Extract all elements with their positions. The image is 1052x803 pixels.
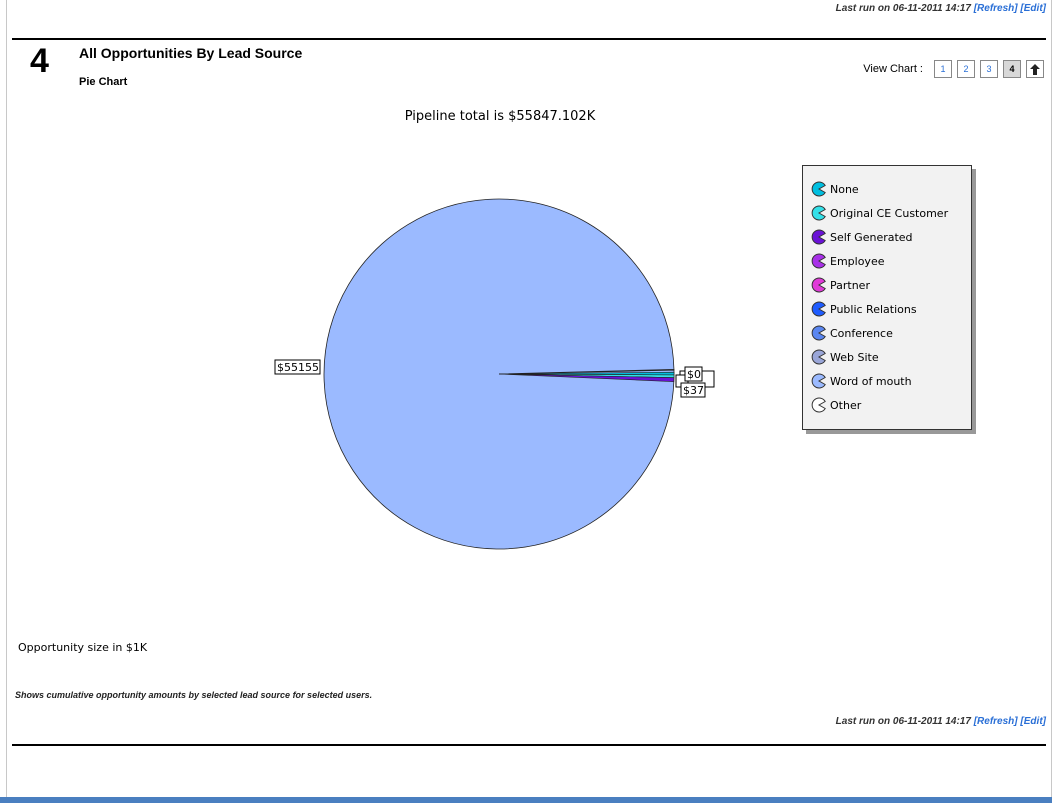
last-run-text-bottom: Last run on 06-11-2011 14:17 bbox=[835, 716, 971, 727]
svg-text:$0: $0 bbox=[687, 368, 701, 381]
pie-slice-icon bbox=[811, 325, 826, 341]
data-label-self-generated: $37 bbox=[680, 382, 706, 398]
chart-description: Shows cumulative opportunity amounts by … bbox=[15, 690, 373, 700]
pie-slice-icon bbox=[811, 253, 826, 269]
legend-item: Word of mouth bbox=[811, 371, 912, 391]
legend-label: Word of mouth bbox=[830, 374, 912, 388]
legend-item: Web Site bbox=[811, 347, 879, 367]
pie-slice-icon bbox=[811, 181, 826, 197]
pie-slice-icon bbox=[811, 277, 826, 293]
edit-link-bottom[interactable]: Edit bbox=[1024, 716, 1043, 727]
units-note: Opportunity size in $1K bbox=[18, 641, 148, 654]
legend-item: None bbox=[811, 179, 859, 199]
data-label-word-of-mouth: $55155 bbox=[274, 359, 321, 375]
legend-label: Self Generated bbox=[830, 230, 913, 244]
legend-item: Other bbox=[811, 395, 861, 415]
legend-label: Employee bbox=[830, 254, 885, 268]
pie-slice-icon bbox=[811, 205, 826, 221]
legend-item: Partner bbox=[811, 275, 870, 295]
chart-legend: None Original CE Customer Self Generated Em… bbox=[802, 165, 972, 430]
pie-slice-icon bbox=[811, 229, 826, 245]
refresh-link-bottom[interactable]: Refresh bbox=[977, 716, 1014, 727]
pie-slice-icon bbox=[811, 301, 826, 317]
legend-label: Partner bbox=[830, 278, 870, 292]
pie-slice-icon bbox=[811, 397, 826, 413]
legend-item: Employee bbox=[811, 251, 884, 271]
legend-label: Conference bbox=[830, 326, 893, 340]
legend-label: Web Site bbox=[830, 350, 879, 364]
bottom-status-band bbox=[0, 797, 1052, 803]
data-label-none: $0 bbox=[684, 366, 703, 382]
legend-label: None bbox=[830, 182, 859, 196]
pie-slice-icon bbox=[811, 349, 826, 365]
legend-item: Self Generated bbox=[811, 227, 913, 247]
legend-item: Original CE Customer bbox=[811, 203, 948, 223]
svg-text:$37: $37 bbox=[683, 384, 704, 397]
svg-text:$55155: $55155 bbox=[277, 361, 319, 374]
bottom-divider bbox=[12, 744, 1046, 746]
pie-slice-icon bbox=[811, 373, 826, 389]
legend-label: Original CE Customer bbox=[830, 206, 949, 220]
legend-item: Public Relations bbox=[811, 299, 917, 319]
legend-item: Conference bbox=[811, 323, 893, 343]
last-run-bottom: Last run on 06-11-2011 14:17 [Refresh] [… bbox=[835, 716, 1046, 727]
legend-label: Public Relations bbox=[830, 302, 917, 316]
legend-label: Other bbox=[830, 398, 862, 412]
